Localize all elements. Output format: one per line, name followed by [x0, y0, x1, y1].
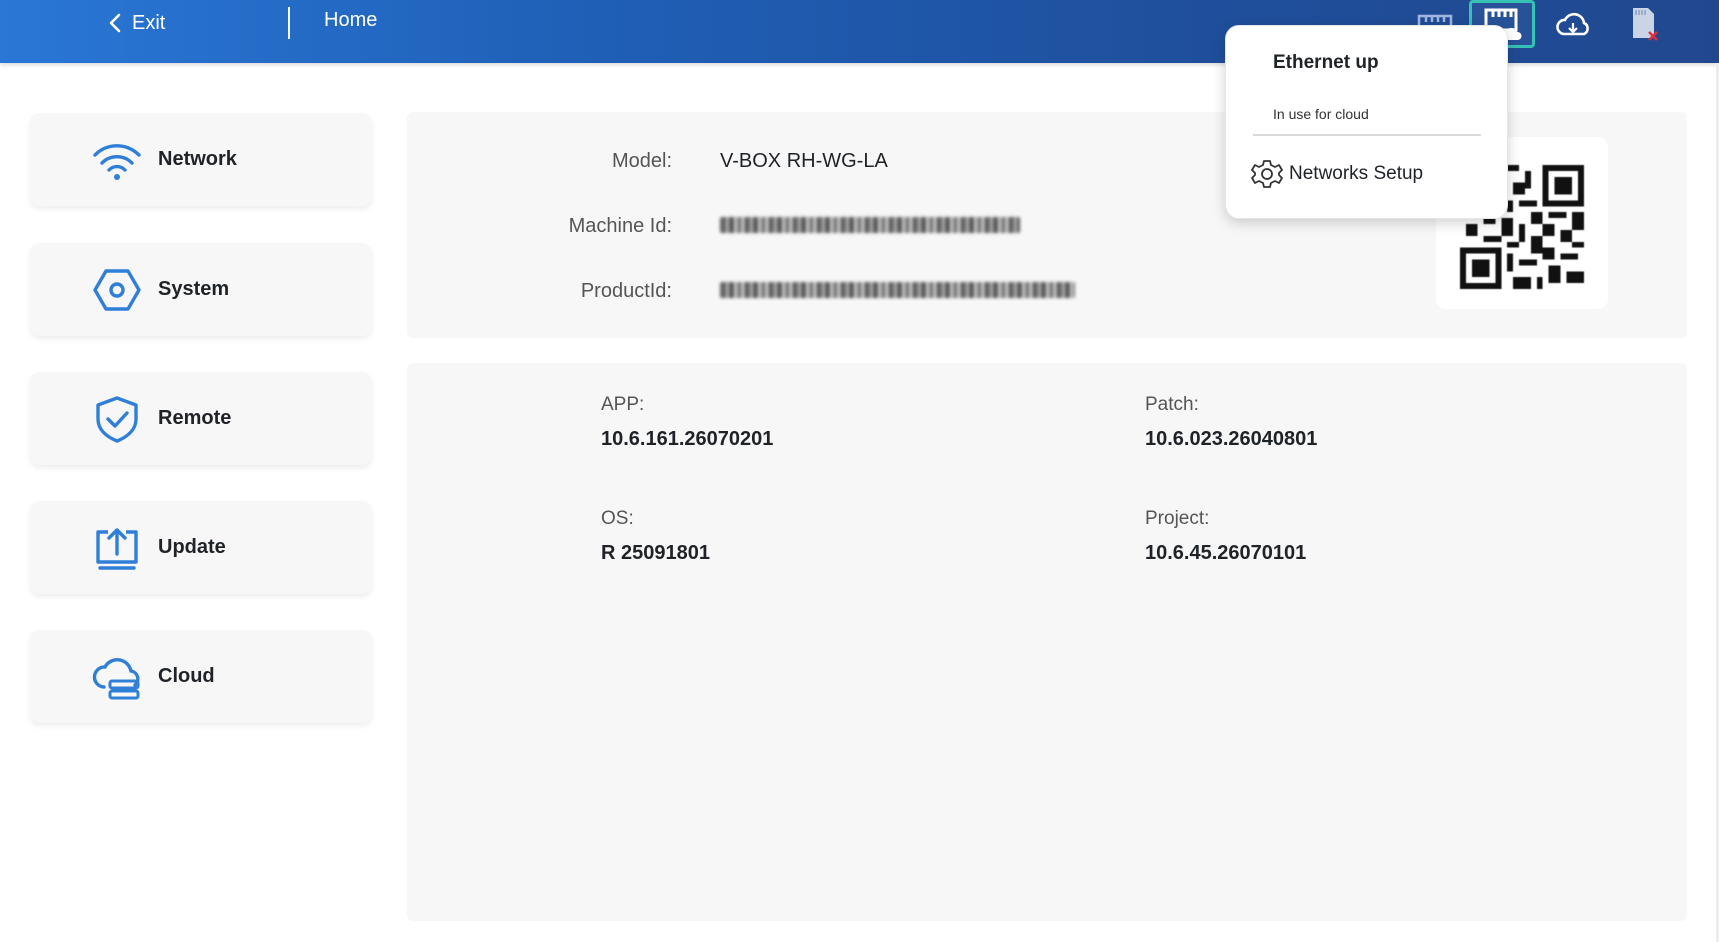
popup-divider [1253, 134, 1481, 136]
sidebar-item-label: Network [158, 148, 237, 170]
popup-title: Ethernet up [1273, 52, 1379, 73]
machine-id-label: Machine Id: [568, 215, 672, 237]
upload-icon [96, 528, 138, 570]
model-label: Model: [611, 150, 672, 172]
networks-setup-button[interactable]: Networks Setup [1251, 158, 1423, 190]
version-info-panel [407, 363, 1687, 921]
sidebar-item-label: Cloud [158, 665, 215, 687]
wifi-icon [93, 144, 141, 180]
project-label: Project: [1145, 508, 1210, 529]
patch-value: 10.6.023.26040801 [1145, 428, 1318, 450]
os-label: OS: [601, 508, 634, 529]
app-value: 10.6.161.26070201 [601, 428, 774, 450]
exit-button[interactable]: Exit [108, 8, 165, 38]
breadcrumb-home: Home [324, 9, 378, 31]
sidebar-item-label: Update [158, 536, 226, 558]
model-value: V-BOX RH-WG-LA [720, 150, 888, 172]
hexagon-settings-icon [93, 269, 141, 311]
chevron-left-icon [109, 13, 121, 33]
os-value: R 25091801 [601, 542, 710, 564]
networks-setup-label: Networks Setup [1289, 163, 1424, 184]
gear-icon [1251, 160, 1283, 188]
sidebar-item-network[interactable]: Network [30, 113, 372, 206]
popup-subtitle: In use for cloud [1273, 106, 1369, 122]
sidebar-item-label: Remote [158, 407, 232, 429]
product-id-value-redacted [720, 282, 1075, 298]
ethernet-status-popup: Ethernet up In use for cloud Networks Se… [1225, 25, 1508, 219]
cloud-icon[interactable] [1551, 4, 1595, 44]
patch-label: Patch: [1145, 394, 1199, 415]
sd-card-missing-icon[interactable] [1620, 4, 1664, 44]
app-label: APP: [601, 394, 645, 415]
sidebar-item-system[interactable]: System [30, 243, 372, 336]
sidebar-item-remote[interactable]: Remote [30, 372, 372, 465]
product-id-label: ProductId: [580, 280, 672, 302]
machine-id-value-redacted [720, 217, 1020, 233]
cloud-server-icon [92, 658, 140, 700]
project-value: 10.6.45.26070101 [1145, 542, 1307, 564]
sidebar-item-update[interactable]: Update [30, 501, 372, 594]
sidebar-item-cloud[interactable]: Cloud [30, 630, 372, 723]
sidebar-item-label: System [158, 278, 230, 300]
header-divider [288, 7, 290, 39]
exit-label: Exit [132, 11, 166, 34]
shield-check-icon [96, 396, 138, 443]
